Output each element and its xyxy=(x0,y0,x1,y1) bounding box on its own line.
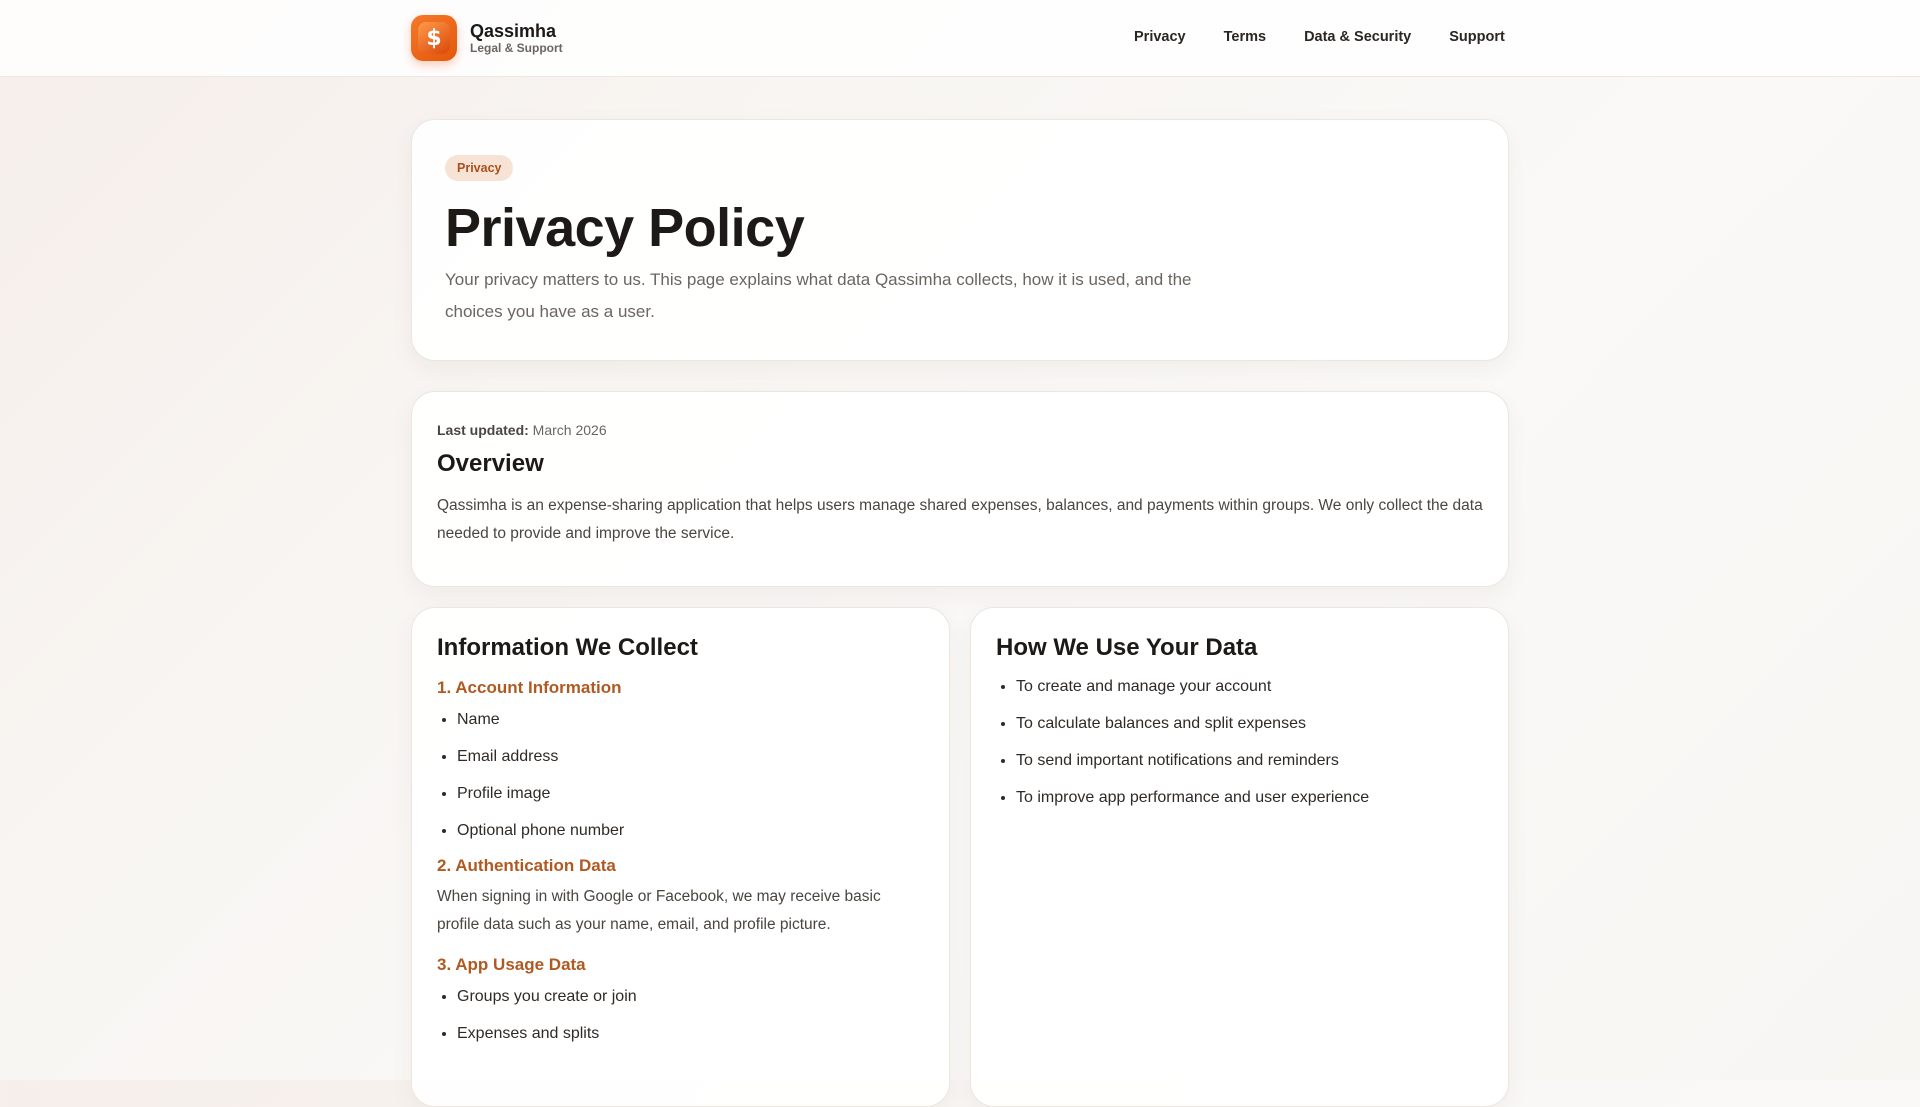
hero-description: Your privacy matters to us. This page ex… xyxy=(445,270,1192,321)
usage-list: To create and manage your account To cal… xyxy=(996,668,1483,816)
top-header: $ Qassimha Legal & Support Privacy Terms… xyxy=(0,0,1920,77)
usage-data-heading: 3. App Usage Data xyxy=(437,955,586,974)
app-logo: $ xyxy=(411,15,457,61)
auth-data-text: When signing in with Google or Facebook,… xyxy=(437,888,881,933)
collect-card: Information We Collect 1. Account Inform… xyxy=(411,607,950,1107)
page-title: Privacy Policy xyxy=(445,198,805,258)
collect-title: Information We Collect xyxy=(437,634,698,661)
last-updated: Last updated: March 2026 xyxy=(437,422,607,438)
list-item: To send important notifications and remi… xyxy=(1016,742,1483,779)
main-nav: Privacy Terms Data & Security Support xyxy=(1134,29,1505,45)
brand[interactable]: $ Qassimha Legal & Support xyxy=(411,15,563,61)
list-item: To calculate balances and split expenses xyxy=(1016,705,1483,742)
list-item: Expenses and splits xyxy=(457,1015,924,1052)
list-item: To create and manage your account xyxy=(1016,668,1483,705)
list-item: Email address xyxy=(457,738,924,775)
nav-privacy[interactable]: Privacy xyxy=(1134,29,1186,45)
usage-title: How We Use Your Data xyxy=(996,634,1258,661)
account-info-list: Name Email address Profile image Optiona… xyxy=(437,701,924,849)
list-item: Name xyxy=(457,701,924,738)
last-updated-value: March 2026 xyxy=(532,422,607,438)
list-item: Profile image xyxy=(457,775,924,812)
overview-title: Overview xyxy=(437,450,544,477)
list-item: Groups you create or join xyxy=(457,978,924,1015)
usage-data-list: Groups you create or join Expenses and s… xyxy=(437,978,924,1052)
brand-subtitle: Legal & Support xyxy=(470,41,563,55)
nav-support[interactable]: Support xyxy=(1449,29,1505,45)
list-item: Optional phone number xyxy=(457,812,924,849)
nav-data-security[interactable]: Data & Security xyxy=(1304,29,1411,45)
hero-card: Privacy Privacy Policy Your privacy matt… xyxy=(411,119,1509,361)
dollar-icon: $ xyxy=(418,22,450,54)
usage-card: How We Use Your Data To create and manag… xyxy=(970,607,1509,1107)
last-updated-label: Last updated: xyxy=(437,422,529,438)
privacy-badge: Privacy xyxy=(445,155,514,181)
overview-text: Qassimha is an expense-sharing applicati… xyxy=(437,497,1483,542)
brand-name: Qassimha xyxy=(470,21,557,41)
auth-data-heading: 2. Authentication Data xyxy=(437,856,616,875)
account-info-heading: 1. Account Information xyxy=(437,678,622,697)
nav-terms[interactable]: Terms xyxy=(1224,29,1266,45)
list-item: To improve app performance and user expe… xyxy=(1016,779,1483,816)
overview-card: Last updated: March 2026 Overview Qassim… xyxy=(411,391,1509,587)
